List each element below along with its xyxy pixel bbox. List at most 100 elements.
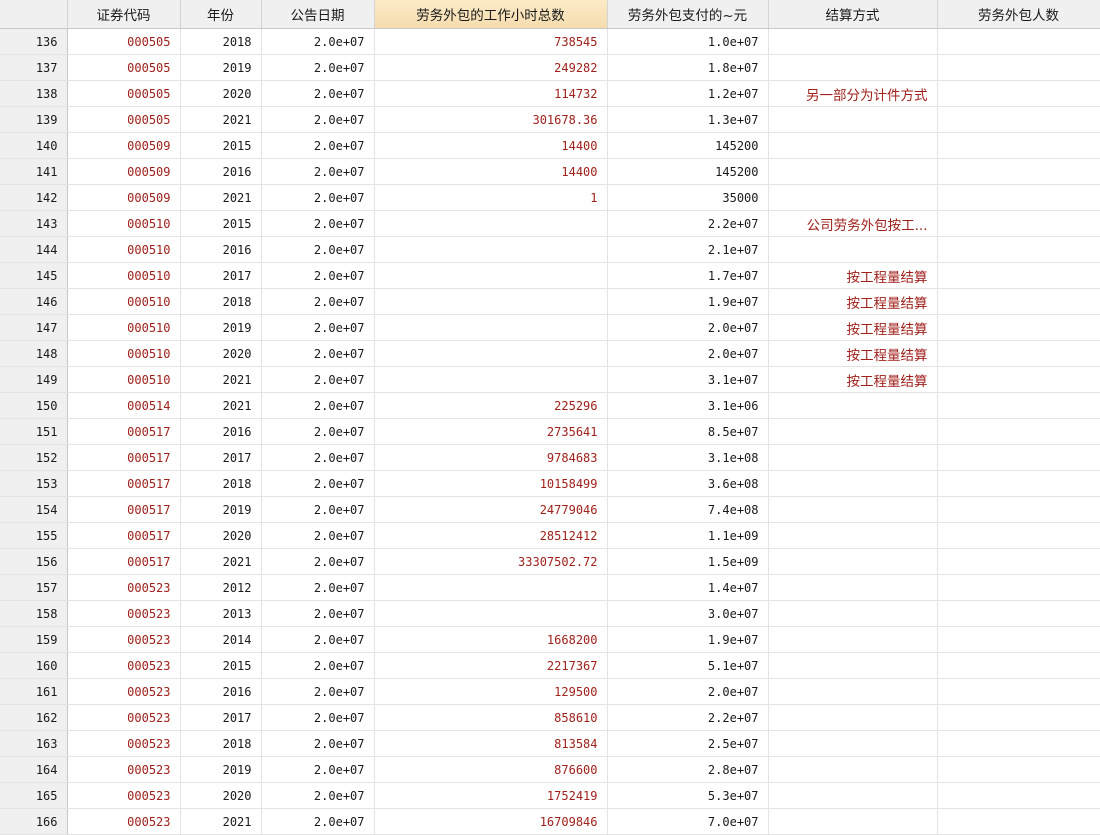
cell-code[interactable]: 000517 — [67, 548, 181, 575]
cell-headcount[interactable] — [937, 54, 1100, 81]
cell-headcount[interactable] — [937, 340, 1100, 367]
cell-hours[interactable]: 249282 — [374, 54, 608, 81]
cell-headcount[interactable] — [937, 184, 1100, 211]
cell-headcount[interactable] — [937, 652, 1100, 679]
cell-date[interactable]: 2.0e+07 — [261, 366, 375, 393]
cell-code[interactable]: 000510 — [67, 366, 181, 393]
row-number[interactable]: 139 — [0, 106, 68, 133]
cell-year[interactable]: 2016 — [180, 678, 262, 705]
cell-settlement[interactable] — [768, 54, 938, 81]
cell-year[interactable]: 2015 — [180, 210, 262, 237]
table-row[interactable]: 159 000523 2014 2.0e+07 1668200 1.9e+07 — [0, 626, 1100, 653]
table-row[interactable]: 160 000523 2015 2.0e+07 2217367 5.1e+07 — [0, 652, 1100, 679]
cell-payment[interactable]: 35000 — [607, 184, 769, 211]
cell-year[interactable]: 2021 — [180, 366, 262, 393]
cell-hours[interactable] — [374, 366, 608, 393]
row-number[interactable]: 136 — [0, 28, 68, 55]
cell-hours[interactable]: 225296 — [374, 392, 608, 419]
cell-year[interactable]: 2018 — [180, 730, 262, 757]
cell-headcount[interactable] — [937, 132, 1100, 159]
cell-year[interactable]: 2018 — [180, 28, 262, 55]
cell-hours[interactable]: 301678.36 — [374, 106, 608, 133]
cell-headcount[interactable] — [937, 418, 1100, 445]
cell-code[interactable]: 000517 — [67, 470, 181, 497]
row-number[interactable]: 149 — [0, 366, 68, 393]
cell-year[interactable]: 2021 — [180, 392, 262, 419]
row-number[interactable]: 143 — [0, 210, 68, 237]
cell-hours[interactable] — [374, 288, 608, 315]
column-header-date[interactable]: 公告日期 — [261, 0, 375, 29]
table-row[interactable]: 144 000510 2016 2.0e+07 2.1e+07 — [0, 236, 1100, 263]
table-row[interactable]: 157 000523 2012 2.0e+07 1.4e+07 — [0, 574, 1100, 601]
row-number[interactable]: 140 — [0, 132, 68, 159]
cell-payment[interactable]: 5.1e+07 — [607, 652, 769, 679]
cell-year[interactable]: 2019 — [180, 54, 262, 81]
cell-date[interactable]: 2.0e+07 — [261, 418, 375, 445]
cell-settlement[interactable] — [768, 704, 938, 731]
cell-date[interactable]: 2.0e+07 — [261, 158, 375, 185]
cell-code[interactable]: 000509 — [67, 132, 181, 159]
cell-settlement[interactable] — [768, 496, 938, 523]
cell-date[interactable]: 2.0e+07 — [261, 54, 375, 81]
cell-settlement[interactable] — [768, 574, 938, 601]
cell-payment[interactable]: 3.1e+06 — [607, 392, 769, 419]
cell-hours[interactable] — [374, 236, 608, 263]
table-row[interactable]: 149 000510 2021 2.0e+07 3.1e+07 按工程量结算 — [0, 366, 1100, 393]
cell-settlement[interactable] — [768, 236, 938, 263]
cell-headcount[interactable] — [937, 548, 1100, 575]
cell-date[interactable]: 2.0e+07 — [261, 340, 375, 367]
cell-date[interactable]: 2.0e+07 — [261, 236, 375, 263]
table-row[interactable]: 146 000510 2018 2.0e+07 1.9e+07 按工程量结算 — [0, 288, 1100, 315]
cell-date[interactable]: 2.0e+07 — [261, 548, 375, 575]
cell-payment[interactable]: 1.7e+07 — [607, 262, 769, 289]
cell-headcount[interactable] — [937, 288, 1100, 315]
cell-payment[interactable]: 1.9e+07 — [607, 288, 769, 315]
cell-settlement[interactable]: 按工程量结算 — [768, 262, 938, 289]
cell-headcount[interactable] — [937, 236, 1100, 263]
cell-year[interactable]: 2017 — [180, 262, 262, 289]
row-number[interactable]: 159 — [0, 626, 68, 653]
cell-headcount[interactable] — [937, 730, 1100, 757]
row-number[interactable]: 144 — [0, 236, 68, 263]
cell-code[interactable]: 000505 — [67, 80, 181, 107]
cell-settlement[interactable]: 按工程量结算 — [768, 288, 938, 315]
table-row[interactable]: 156 000517 2021 2.0e+07 33307502.72 1.5e+09 — [0, 548, 1100, 575]
column-header-year[interactable]: 年份 — [180, 0, 262, 29]
table-row[interactable]: 145 000510 2017 2.0e+07 1.7e+07 按工程量结算 — [0, 262, 1100, 289]
cell-year[interactable]: 2021 — [180, 808, 262, 835]
cell-code[interactable]: 000509 — [67, 184, 181, 211]
cell-payment[interactable]: 2.0e+07 — [607, 314, 769, 341]
row-number[interactable]: 154 — [0, 496, 68, 523]
cell-date[interactable]: 2.0e+07 — [261, 106, 375, 133]
table-row[interactable]: 162 000523 2017 2.0e+07 858610 2.2e+07 — [0, 704, 1100, 731]
row-number[interactable]: 161 — [0, 678, 68, 705]
cell-headcount[interactable] — [937, 106, 1100, 133]
row-number[interactable]: 156 — [0, 548, 68, 575]
cell-headcount[interactable] — [937, 262, 1100, 289]
cell-settlement[interactable] — [768, 470, 938, 497]
cell-hours[interactable]: 114732 — [374, 80, 608, 107]
cell-settlement[interactable] — [768, 28, 938, 55]
cell-headcount[interactable] — [937, 600, 1100, 627]
row-number[interactable]: 155 — [0, 522, 68, 549]
cell-payment[interactable]: 1.4e+07 — [607, 574, 769, 601]
cell-payment[interactable]: 3.6e+08 — [607, 470, 769, 497]
cell-date[interactable]: 2.0e+07 — [261, 496, 375, 523]
cell-year[interactable]: 2020 — [180, 80, 262, 107]
cell-date[interactable]: 2.0e+07 — [261, 470, 375, 497]
cell-settlement[interactable]: 按工程量结算 — [768, 340, 938, 367]
cell-hours[interactable]: 2735641 — [374, 418, 608, 445]
cell-settlement[interactable] — [768, 132, 938, 159]
cell-hours[interactable]: 1 — [374, 184, 608, 211]
table-row[interactable]: 139 000505 2021 2.0e+07 301678.36 1.3e+07 — [0, 106, 1100, 133]
cell-headcount[interactable] — [937, 158, 1100, 185]
cell-hours[interactable] — [374, 340, 608, 367]
cell-hours[interactable] — [374, 210, 608, 237]
cell-hours[interactable]: 738545 — [374, 28, 608, 55]
row-number[interactable]: 147 — [0, 314, 68, 341]
cell-hours[interactable]: 813584 — [374, 730, 608, 757]
row-number[interactable]: 137 — [0, 54, 68, 81]
cell-year[interactable]: 2020 — [180, 782, 262, 809]
cell-headcount[interactable] — [937, 808, 1100, 835]
row-number[interactable]: 141 — [0, 158, 68, 185]
